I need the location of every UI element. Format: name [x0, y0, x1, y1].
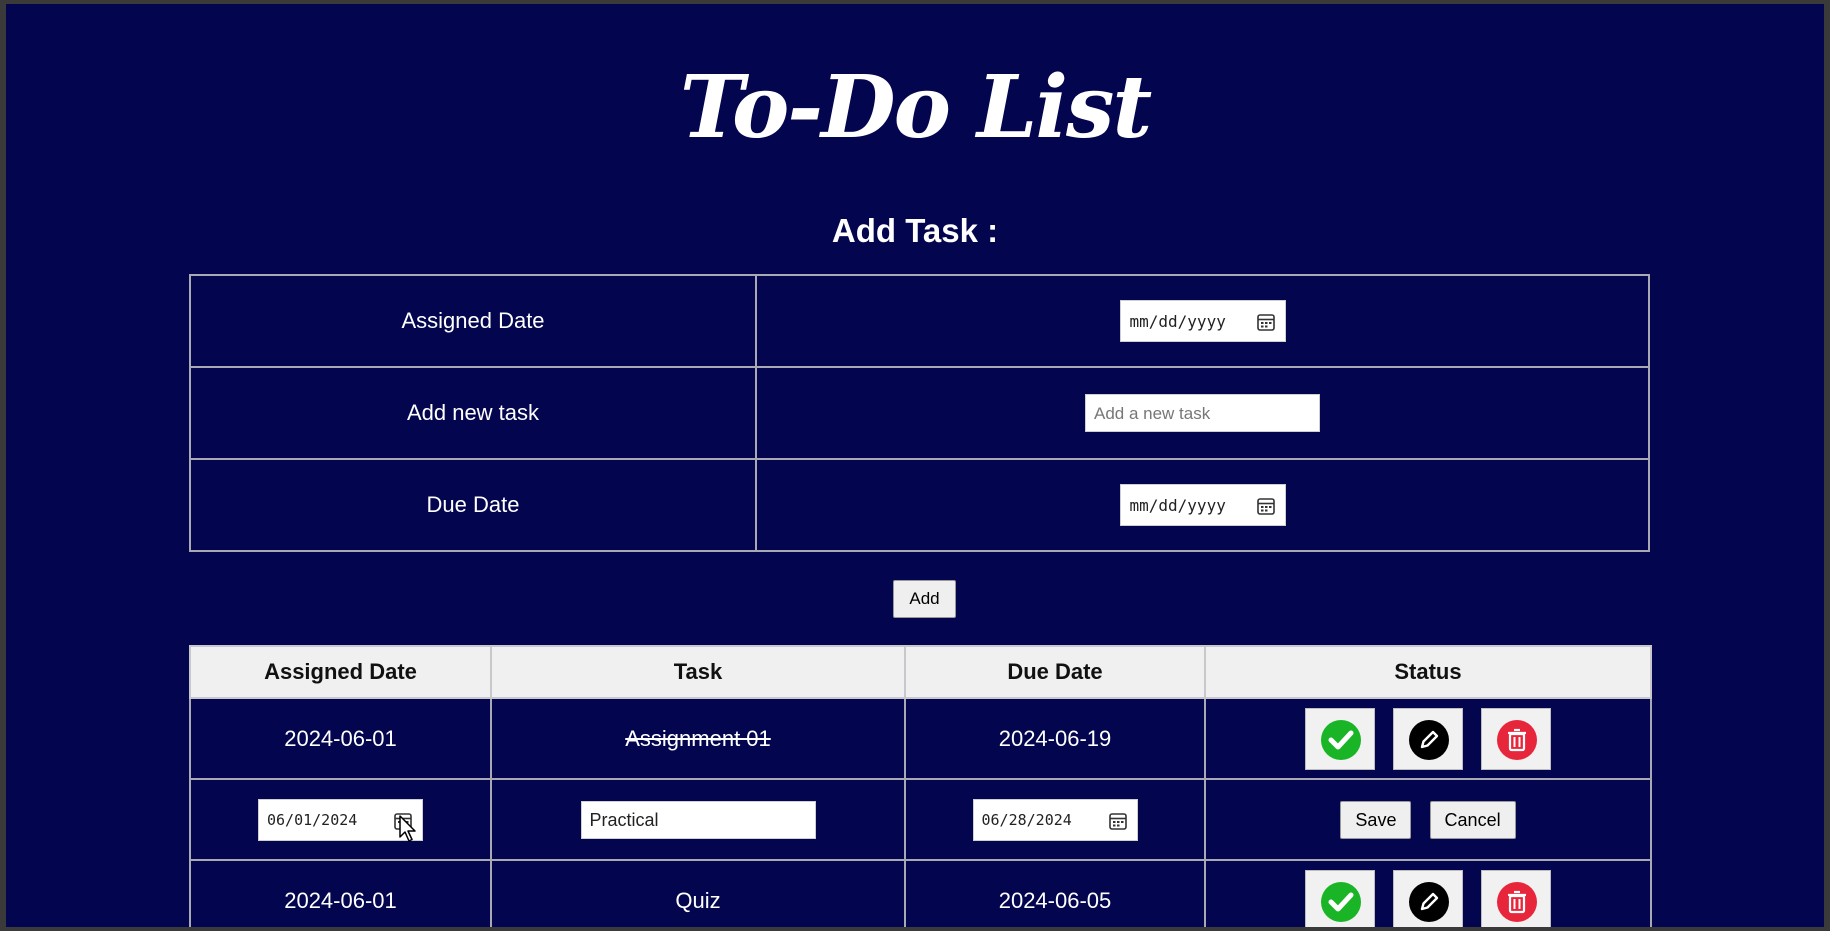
- edit-assigned-date-value: 06/01/2024: [267, 810, 358, 829]
- calendar-icon[interactable]: [1108, 811, 1127, 831]
- assigned-date-row: Assigned Date mm/dd/yyyy: [189, 274, 1650, 368]
- assigned-date-cell: 2024-06-01: [189, 859, 492, 927]
- due-date-cell: mm/dd/yyyy: [755, 458, 1650, 552]
- complete-button[interactable]: [1304, 707, 1375, 770]
- mouse-cursor-icon: [399, 815, 416, 842]
- edit-actions-cell: Save Cancel: [1204, 778, 1652, 861]
- assigned-date-cell: mm/dd/yyyy: [755, 274, 1650, 368]
- assigned-date-cell: 2024-06-01: [189, 697, 492, 780]
- header-status: Status: [1204, 645, 1652, 699]
- complete-button[interactable]: [1304, 869, 1375, 927]
- table-header-row: Assigned Date Task Due Date Status: [189, 645, 1652, 699]
- edit-task-value: Practical: [589, 809, 659, 830]
- task-cell: Quiz: [490, 859, 906, 927]
- edit-due-date-cell: 06/28/2024: [904, 778, 1206, 861]
- new-task-row: Add new task Add a new task: [189, 366, 1650, 460]
- status-cell: [1204, 697, 1652, 780]
- status-cell: [1204, 859, 1652, 927]
- edit-due-date-input[interactable]: 06/28/2024: [972, 798, 1138, 841]
- calendar-icon[interactable]: [1256, 312, 1275, 332]
- task-cell-completed: Assignment 01: [490, 697, 906, 780]
- new-task-placeholder: Add a new task: [1094, 404, 1211, 423]
- assigned-date-label: Assigned Date: [189, 274, 757, 368]
- delete-button[interactable]: [1481, 869, 1552, 927]
- header-assigned-date: Assigned Date: [189, 645, 492, 699]
- due-date-cell: 2024-06-05: [904, 859, 1206, 927]
- delete-button[interactable]: [1481, 707, 1552, 770]
- add-task-form: Assigned Date mm/dd/yyyy Add new task Ad…: [189, 274, 1650, 552]
- due-date-input[interactable]: mm/dd/yyyy: [1119, 484, 1286, 526]
- due-date-label: Due Date: [189, 458, 757, 552]
- new-task-input[interactable]: Add a new task: [1085, 394, 1320, 432]
- edit-button[interactable]: [1393, 707, 1463, 770]
- check-circle-icon: [1320, 881, 1361, 922]
- trash-icon: [1497, 719, 1538, 760]
- new-task-cell: Add a new task: [755, 366, 1650, 460]
- pencil-icon: [1409, 881, 1449, 922]
- cancel-button[interactable]: Cancel: [1429, 800, 1516, 839]
- table-row: 2024-06-01 Quiz 2024-06-05: [189, 859, 1652, 927]
- pencil-icon: [1409, 719, 1449, 760]
- edit-assigned-date-cell: 06/01/2024: [189, 778, 492, 861]
- calendar-icon[interactable]: [1256, 496, 1275, 516]
- assigned-date-input[interactable]: mm/dd/yyyy: [1119, 300, 1286, 342]
- add-button[interactable]: Add: [893, 580, 956, 618]
- edit-due-date-value: 06/28/2024: [981, 810, 1072, 829]
- edit-button[interactable]: [1393, 869, 1463, 927]
- due-date-value: mm/dd/yyyy: [1129, 496, 1226, 515]
- header-task: Task: [490, 645, 906, 699]
- page-title: To-Do List: [679, 57, 1152, 158]
- table-row: 2024-06-01 Assignment 01 2024-06-19: [189, 697, 1652, 780]
- task-table: Assigned Date Task Due Date Status 2024-…: [189, 645, 1652, 927]
- check-circle-icon: [1320, 719, 1361, 760]
- header-due-date: Due Date: [904, 645, 1206, 699]
- save-button[interactable]: Save: [1340, 800, 1412, 839]
- due-date-cell: 2024-06-19: [904, 697, 1206, 780]
- assigned-date-value: mm/dd/yyyy: [1129, 312, 1226, 331]
- trash-icon: [1497, 881, 1538, 922]
- edit-task-input[interactable]: Practical: [580, 800, 816, 839]
- add-task-heading: Add Task :: [831, 212, 999, 249]
- app-frame: To-Do List Add Task : Assigned Date mm/d…: [6, 4, 1824, 927]
- edit-task-cell: Practical: [490, 778, 906, 861]
- new-task-label: Add new task: [189, 366, 757, 460]
- due-date-row: Due Date mm/dd/yyyy: [189, 458, 1650, 552]
